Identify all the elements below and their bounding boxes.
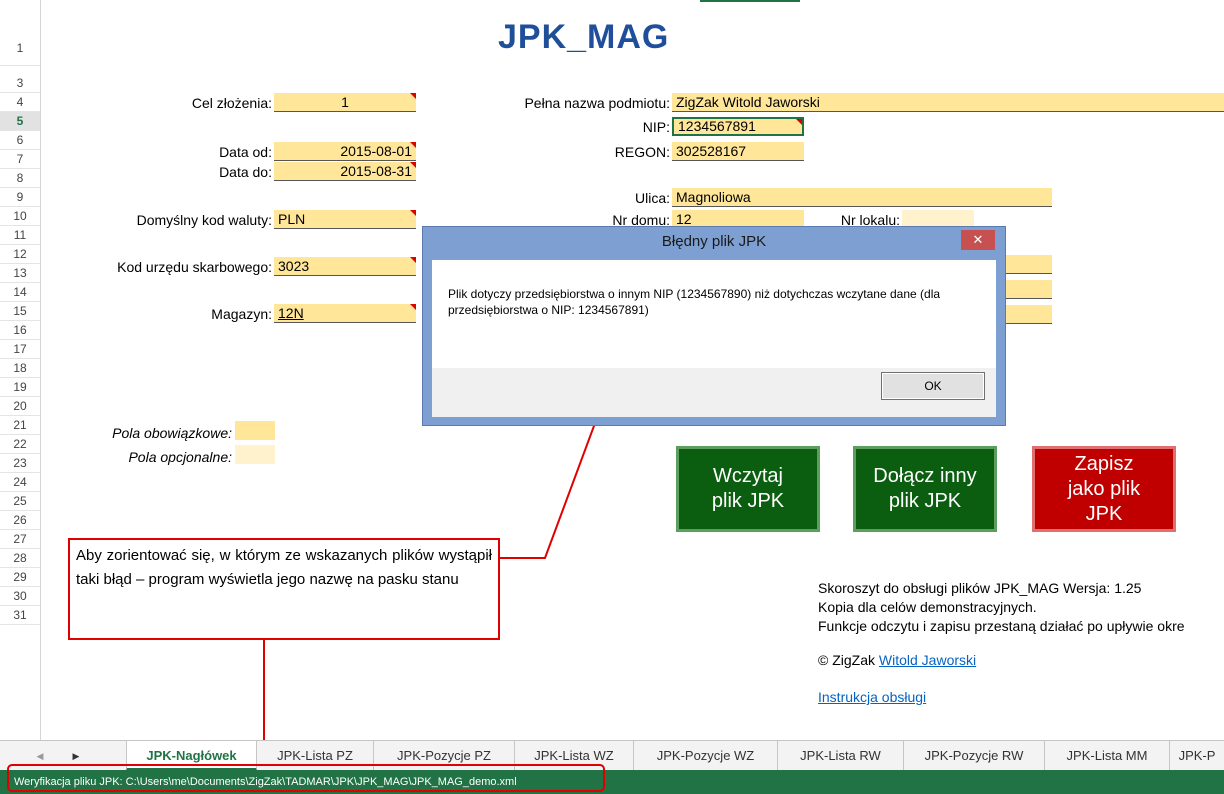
tab-jpk-pozycje-rw[interactable]: JPK-Pozycje RW [904,741,1045,771]
error-dialog: Błędny plik JPK ✕ Plik dotyczy przedsięb… [422,226,1006,426]
status-highlight-frame [7,764,605,792]
dialog-body: Plik dotyczy przedsiębiorstwa o innym NI… [432,260,996,417]
ok-button[interactable]: OK [881,372,985,400]
close-icon[interactable]: ✕ [961,230,995,250]
dialog-message: Plik dotyczy przedsiębiorstwa o innym NI… [448,287,941,317]
tab-jpk-lista-rw[interactable]: JPK-Lista RW [778,741,904,771]
tab-jpk-lista-mm[interactable]: JPK-Lista MM [1045,741,1170,771]
dialog-title: Błędny plik JPK [661,233,767,250]
tab-jpk-pozycje-wz[interactable]: JPK-Pozycje WZ [634,741,778,771]
tab-jpk-pozycje-mm[interactable]: JPK-P [1170,741,1224,771]
dialog-message-area: Plik dotyczy przedsiębiorstwa o innym NI… [432,260,996,368]
